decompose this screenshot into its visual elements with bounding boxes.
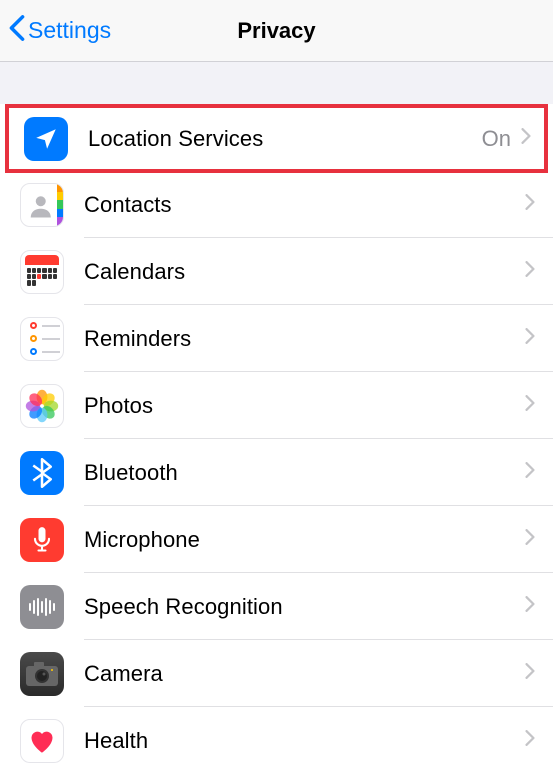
chevron-right-icon (525, 663, 535, 684)
row-label: Contacts (84, 192, 525, 218)
row-label: Speech Recognition (84, 594, 525, 620)
row-label: Microphone (84, 527, 525, 553)
speech-recognition-icon (20, 585, 64, 629)
row-location-services[interactable]: Location Services On (5, 104, 548, 173)
row-label: Photos (84, 393, 525, 419)
back-button[interactable]: Settings (0, 14, 111, 48)
calendars-icon (20, 250, 64, 294)
row-contacts[interactable]: Contacts (0, 171, 553, 238)
settings-list: Location Services On Contacts Calendars (0, 104, 553, 774)
nav-header: Settings Privacy (0, 0, 553, 62)
row-label: Camera (84, 661, 525, 687)
reminders-icon (20, 317, 64, 361)
health-icon (20, 719, 64, 763)
section-spacer (0, 62, 553, 106)
back-label: Settings (28, 17, 111, 44)
row-microphone[interactable]: Microphone (0, 506, 553, 573)
chevron-left-icon (8, 14, 26, 48)
row-calendars[interactable]: Calendars (0, 238, 553, 305)
chevron-right-icon (525, 395, 535, 416)
chevron-right-icon (525, 529, 535, 550)
bluetooth-icon (20, 451, 64, 495)
row-health[interactable]: Health (0, 707, 553, 774)
row-label: Reminders (84, 326, 525, 352)
chevron-right-icon (525, 730, 535, 751)
chevron-right-icon (525, 328, 535, 349)
page-title: Privacy (237, 18, 315, 44)
row-reminders[interactable]: Reminders (0, 305, 553, 372)
camera-icon (20, 652, 64, 696)
photos-icon (20, 384, 64, 428)
row-label: Location Services (88, 126, 482, 152)
chevron-right-icon (521, 128, 531, 149)
chevron-right-icon (525, 261, 535, 282)
row-value: On (482, 126, 511, 152)
contacts-icon (20, 183, 64, 227)
row-label: Bluetooth (84, 460, 525, 486)
row-speech-recognition[interactable]: Speech Recognition (0, 573, 553, 640)
row-label: Health (84, 728, 525, 754)
location-icon (24, 117, 68, 161)
microphone-icon (20, 518, 64, 562)
chevron-right-icon (525, 194, 535, 215)
chevron-right-icon (525, 462, 535, 483)
row-bluetooth[interactable]: Bluetooth (0, 439, 553, 506)
row-photos[interactable]: Photos (0, 372, 553, 439)
row-label: Calendars (84, 259, 525, 285)
chevron-right-icon (525, 596, 535, 617)
row-camera[interactable]: Camera (0, 640, 553, 707)
